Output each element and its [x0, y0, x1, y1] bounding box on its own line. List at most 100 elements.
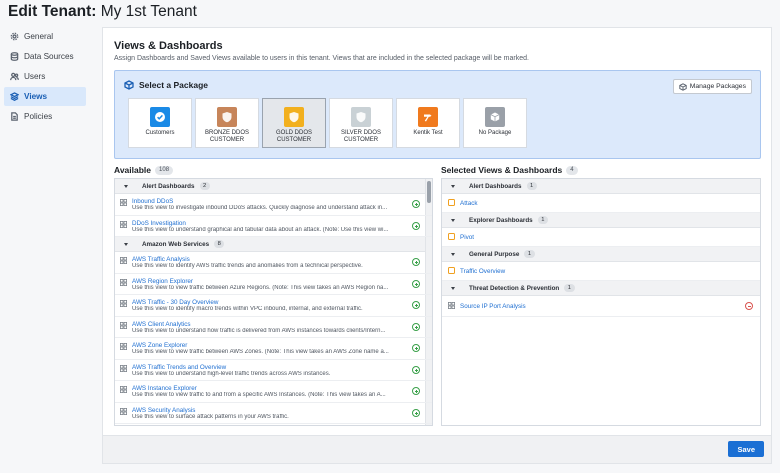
group-count-badge: 1: [524, 250, 535, 258]
package-name: BRONZE DDoS CUSTOMER: [204, 130, 249, 143]
view-link[interactable]: Attack: [460, 200, 478, 207]
main-panel: Views & Dashboards Assign Dashboards and…: [102, 27, 772, 464]
package-icon: [124, 80, 134, 90]
group-header-alert-dashboards[interactable]: Alert Dashboards 2: [115, 179, 432, 194]
package-logo: [485, 107, 505, 127]
package-card-bronze[interactable]: BRONZE DDoS CUSTOMER: [195, 98, 259, 148]
view-description: Use this view to investigate inbound DDo…: [132, 205, 388, 211]
group-count-badge: 1: [526, 182, 537, 190]
package-card-customers[interactable]: Customers: [128, 98, 192, 148]
page-title-tenant: My 1st Tenant: [96, 3, 197, 20]
available-count-badge: 108: [155, 165, 174, 175]
sidebar-item-label: Policies: [24, 112, 53, 121]
add-circle-icon[interactable]: [412, 221, 420, 230]
view-link[interactable]: Traffic Overview: [460, 268, 505, 275]
package-logo: [351, 107, 371, 127]
package-name: Customers: [145, 130, 175, 136]
view-link[interactable]: Pivot: [460, 234, 474, 241]
save-button[interactable]: Save: [728, 441, 764, 457]
package-icon: [679, 82, 687, 91]
view-link[interactable]: AWS Zone Explorer: [132, 342, 432, 349]
group-header-alert-dashboards[interactable]: Alert Dashboards 1: [442, 179, 760, 194]
group-header-amazon-web-services[interactable]: Amazon Web Services 8: [115, 237, 432, 252]
list-item: Pivot: [442, 228, 760, 247]
dashboard-grid-icon: [120, 199, 127, 206]
dashboard-grid-icon: [120, 220, 127, 228]
check-badge-icon: [155, 112, 165, 122]
package-card-no-package[interactable]: No Package: [463, 98, 527, 148]
dashboard-grid-icon: [120, 343, 127, 350]
package-logo: [418, 107, 438, 127]
footer-bar: Save: [103, 435, 771, 463]
group-name: Explorer Dashboards: [469, 216, 533, 224]
remove-circle-icon[interactable]: [745, 302, 753, 310]
view-link[interactable]: Source IP Port Analysis: [460, 303, 526, 310]
package-card-silver[interactable]: SILVER DDoS CUSTOMER: [329, 98, 393, 148]
selected-count-badge: 4: [566, 165, 578, 175]
package-cards: Customers BRONZE DDoS CUSTOMER GOLD DDoS…: [128, 98, 530, 148]
view-description: Use this view to surface attack patterns…: [132, 413, 289, 420]
group-name: Threat Detection & Prevention: [469, 284, 560, 292]
view-description: Use this view to understand high-level t…: [132, 370, 331, 377]
add-circle-icon[interactable]: [412, 200, 420, 208]
page-title-prefix: Edit Tenant:: [8, 3, 97, 20]
dashboard-grid-icon: [448, 302, 455, 309]
list-item: Source IP Port Analysis: [442, 296, 760, 317]
view-link[interactable]: AWS Client Analytics: [132, 321, 432, 328]
package-heading-label: Select a Package: [139, 80, 208, 90]
sidebar-item-views[interactable]: Views: [4, 87, 86, 106]
shield-icon: [222, 112, 232, 123]
package-name: SILVER DDoS CUSTOMER: [341, 130, 381, 143]
sidebar-item-users[interactable]: Users: [4, 67, 86, 86]
view-link[interactable]: AWS Traffic Analysis: [132, 256, 432, 263]
list-item: AWS Zone Explorer Use this view to view …: [115, 338, 432, 360]
list-item: AWS Instance Explorer Use this view to v…: [115, 381, 432, 403]
group-header-explorer-dashboards[interactable]: Explorer Dashboards 1: [442, 213, 760, 228]
hammer-icon: [424, 114, 432, 122]
sidebar-item-policies[interactable]: Policies: [4, 107, 86, 126]
add-circle-icon[interactable]: [412, 258, 420, 266]
add-circle-icon[interactable]: [412, 344, 420, 352]
dashboard-grid-icon: [120, 257, 127, 264]
add-circle-icon[interactable]: [412, 279, 420, 288]
group-name: Alert Dashboards: [142, 182, 195, 190]
view-link[interactable]: AWS Instance Explorer: [132, 385, 432, 392]
group-header-threat-detection[interactable]: Threat Detection & Prevention 1: [442, 281, 760, 296]
package-marker-icon: [448, 199, 455, 206]
dashboard-grid-icon: [120, 321, 127, 329]
group-header-general-purpose[interactable]: General Purpose 1: [442, 247, 760, 262]
package-card-kentik-test[interactable]: Kentik Test: [396, 98, 460, 148]
list-item: Inbound DDoS Use this view to investigat…: [115, 194, 432, 216]
list-item: Attack: [442, 194, 760, 213]
view-link[interactable]: AWS Traffic Trends and Overview: [132, 364, 432, 371]
add-circle-icon[interactable]: [412, 408, 420, 417]
sidebar-item-data-sources[interactable]: Data Sources: [4, 47, 86, 66]
package-selector: Select a Package Manage Packages Custome…: [114, 70, 761, 159]
package-marker-icon: [448, 233, 455, 240]
group-count-badge: 2: [199, 182, 210, 190]
list-item: AWS Client Analytics Use this view to un…: [115, 317, 432, 338]
view-link[interactable]: AWS Security Analysis: [132, 407, 432, 414]
manage-packages-button[interactable]: Manage Packages: [672, 79, 752, 94]
group-count-badge: 1: [564, 284, 575, 292]
package-logo: [150, 107, 170, 127]
view-link[interactable]: Inbound DDoS: [132, 198, 432, 205]
view-description: Use this view to view traffic to and fro…: [132, 392, 386, 398]
view-link[interactable]: AWS Traffic - 30 Day Overview: [132, 299, 432, 306]
view-link[interactable]: AWS Region Explorer: [132, 278, 432, 285]
add-circle-icon[interactable]: [412, 322, 420, 331]
sidebar-item-general[interactable]: General: [4, 27, 86, 46]
list-item: AWS Traffic Analysis Use this view to id…: [115, 252, 432, 274]
view-description: Use this view to identify macro trends w…: [132, 306, 363, 312]
add-circle-icon[interactable]: [412, 387, 420, 395]
add-circle-icon[interactable]: [412, 301, 420, 309]
chevron-down-icon: [451, 218, 455, 222]
available-label: Available: [114, 165, 152, 175]
add-circle-icon[interactable]: [412, 365, 420, 374]
sidebar-item-label: General: [24, 32, 54, 41]
document-icon: [11, 112, 18, 121]
package-card-gold[interactable]: GOLD DDoS CUSTOMER: [262, 98, 326, 148]
section-title: Views & Dashboards: [114, 40, 223, 52]
view-link[interactable]: DDoS Investigation: [132, 220, 432, 227]
dashboard-grid-icon: [120, 386, 127, 393]
